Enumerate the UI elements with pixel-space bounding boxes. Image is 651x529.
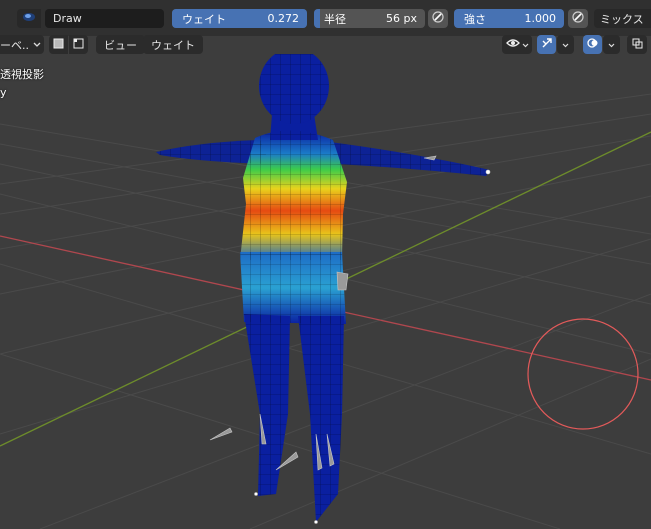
strength-slider[interactable]: 強さ 1.000: [454, 9, 564, 28]
strength-slider-label: 強さ: [464, 12, 486, 26]
vertex-mask-icon: [73, 38, 84, 52]
view-menu-label: ビュー: [104, 38, 137, 52]
visibility-dropdown[interactable]: [502, 35, 532, 54]
overlays-toggle[interactable]: [583, 35, 602, 54]
face-mask-icon: [53, 38, 64, 52]
chevron-down-icon: [522, 38, 529, 51]
radius-slider-fill: [314, 9, 320, 28]
overlays-dropdown[interactable]: [603, 35, 620, 54]
gizmo-icon: [541, 37, 553, 52]
radius-slider-label: 半径: [324, 12, 346, 26]
eye-icon: [505, 38, 520, 51]
mode-dropdown[interactable]: ーベ..: [0, 35, 44, 54]
xray-icon: [632, 38, 643, 52]
chevron-down-icon: [608, 38, 615, 51]
viewport-canvas: [0, 54, 651, 529]
chevron-down-icon: [33, 38, 41, 51]
radius-slider[interactable]: 半径 56 px: [314, 9, 425, 28]
brush-name-field[interactable]: Draw: [45, 9, 164, 28]
tool-header: Draw ウェイト 0.272 半径 56 px 強さ 1.000 ミックス: [0, 0, 651, 36]
weight-slider-label: ウェイト: [182, 12, 226, 26]
weight-slider-value: 0.272: [267, 12, 300, 25]
radius-slider-value: 56 px: [386, 12, 417, 25]
pen-pressure-icon: [572, 11, 584, 26]
blend-mode-dropdown[interactable]: ミックス: [594, 9, 651, 28]
view-menu[interactable]: ビュー: [96, 35, 145, 54]
mask-toggle-b[interactable]: [69, 35, 88, 54]
gizmo-toggle[interactable]: [537, 35, 556, 54]
xray-toggle[interactable]: [627, 35, 647, 54]
gizmo-dropdown[interactable]: [557, 35, 574, 54]
weights-menu-label: ウェイト: [151, 38, 195, 52]
blend-mode-label: ミックス: [600, 12, 644, 26]
strength-pressure-button[interactable]: [568, 9, 588, 28]
projection-label: 透視投影: [0, 68, 44, 81]
radius-pressure-button[interactable]: [428, 9, 448, 28]
viewport-info-line: y: [0, 86, 7, 99]
pen-pressure-icon: [432, 11, 444, 26]
weight-slider[interactable]: ウェイト 0.272: [172, 9, 307, 28]
weights-menu[interactable]: ウェイト: [143, 35, 203, 54]
character-mesh: [156, 54, 490, 522]
chevron-down-icon: [562, 38, 569, 51]
brush-preview-button[interactable]: [17, 9, 41, 28]
3d-viewport[interactable]: 透視投影 y: [0, 54, 651, 529]
strength-slider-value: 1.000: [524, 12, 557, 25]
brush-icon: [22, 12, 36, 25]
mask-toggle-a[interactable]: [49, 35, 68, 54]
mode-dropdown-label: ーベ..: [0, 38, 29, 52]
overlay-icon: [586, 37, 599, 52]
